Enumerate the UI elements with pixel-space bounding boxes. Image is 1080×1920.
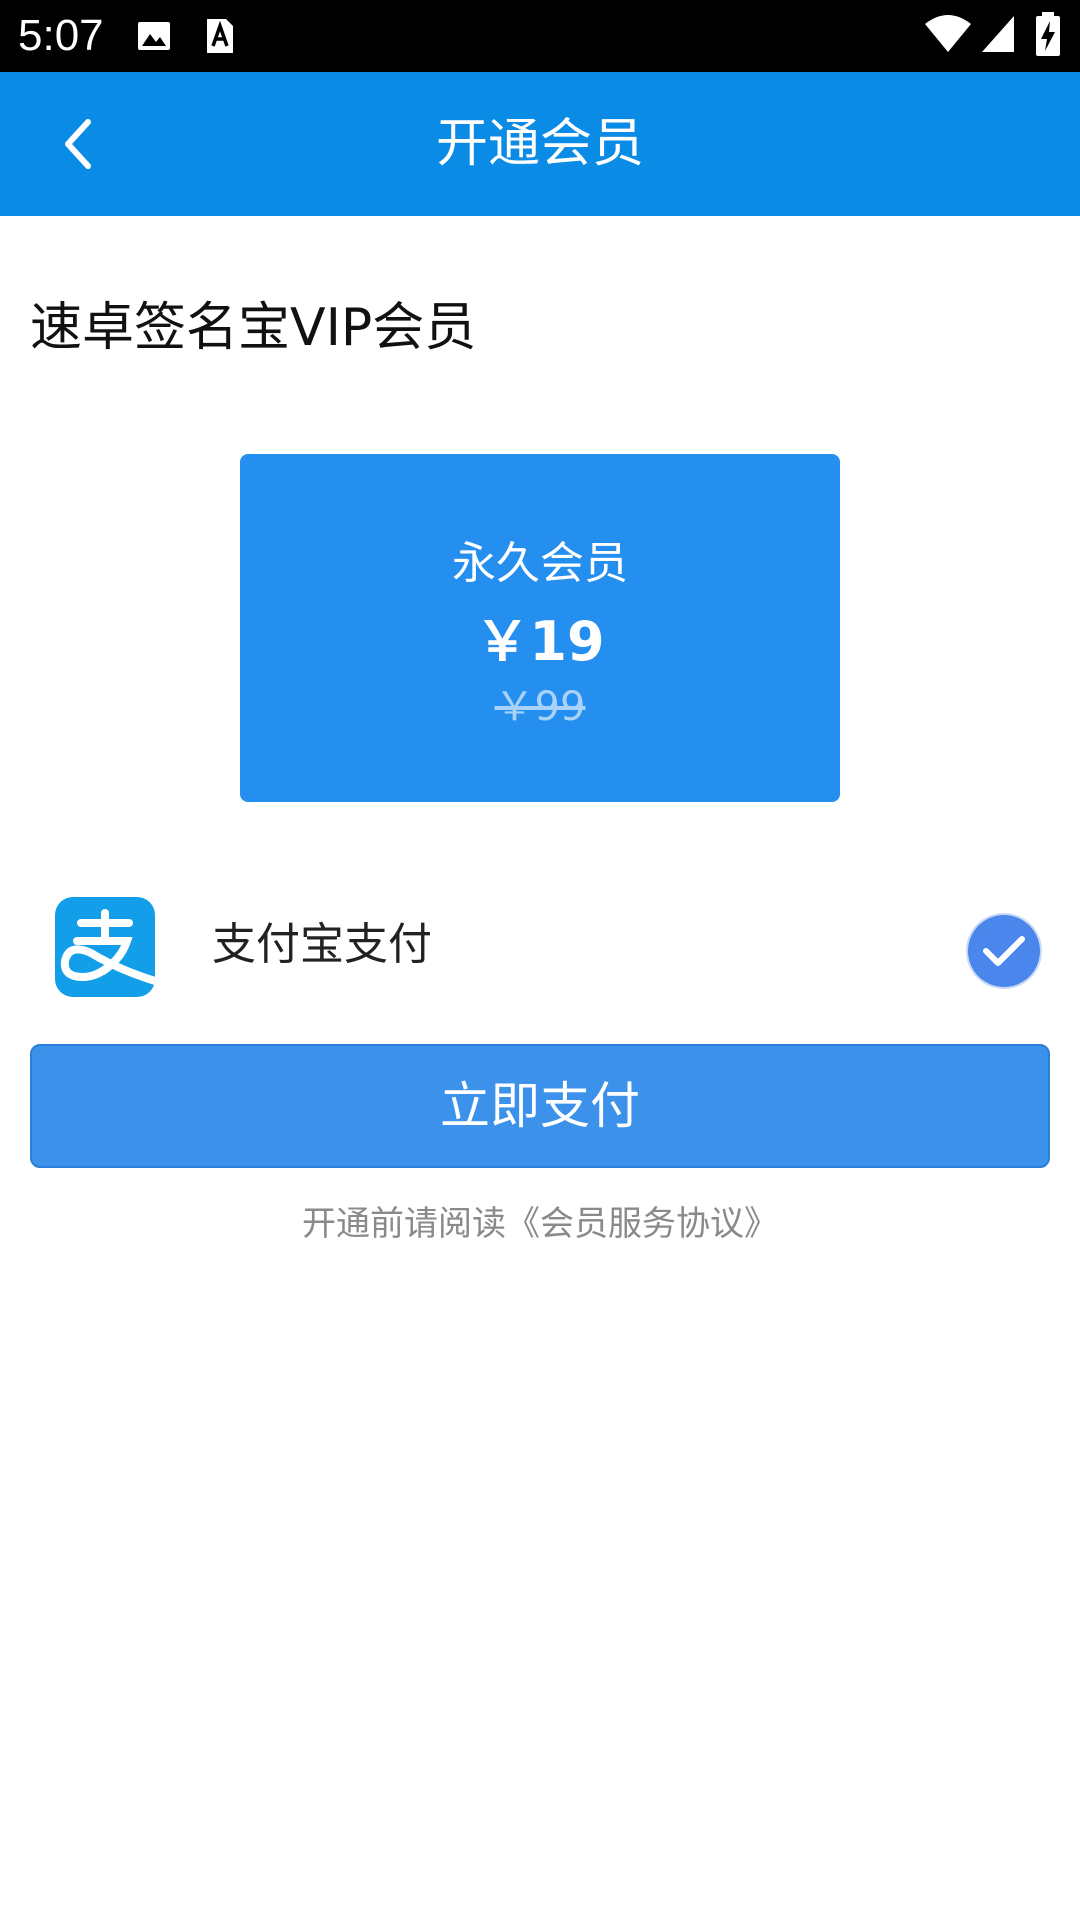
payment-method-label: 支付宝支付 (212, 919, 432, 970)
app-bar: 开通会员 (0, 72, 1080, 216)
a-badge-notification-icon (207, 19, 233, 53)
plan-price: ￥19 (475, 610, 605, 673)
plan-card-lifetime[interactable]: 永久会员 ￥19 ￥99 (240, 454, 840, 802)
plan-original-price: ￥99 (494, 684, 586, 730)
agreement-prefix: 开通前请阅读 (302, 1204, 506, 1244)
page-title: 开通会员 (435, 114, 644, 174)
image-notification-icon (138, 22, 170, 50)
payment-method-alipay[interactable]: 支付宝支付 (0, 880, 1080, 1025)
back-chevron-icon (65, 119, 91, 169)
check-circle-icon (983, 936, 1025, 966)
plan-name: 永久会员 (452, 538, 628, 589)
section-title: 速卓签名宝VIP会员 (30, 298, 477, 358)
pay-now-button[interactable]: 立即支付 (30, 1044, 1050, 1168)
service-agreement-link[interactable]: 《会员服务协议》 (506, 1204, 778, 1244)
wifi-icon (925, 15, 971, 52)
status-time: 5:07 (18, 11, 104, 60)
status-bar: 5:07 (0, 0, 1080, 72)
agreement-notice: 开通前请阅读《会员服务协议》 (0, 1196, 1080, 1252)
battery-charging-icon (1036, 12, 1060, 56)
back-button[interactable] (40, 112, 120, 176)
alipay-logo-icon (55, 897, 155, 997)
cellular-signal-icon (982, 16, 1014, 52)
payment-selected-check[interactable] (968, 915, 1040, 987)
